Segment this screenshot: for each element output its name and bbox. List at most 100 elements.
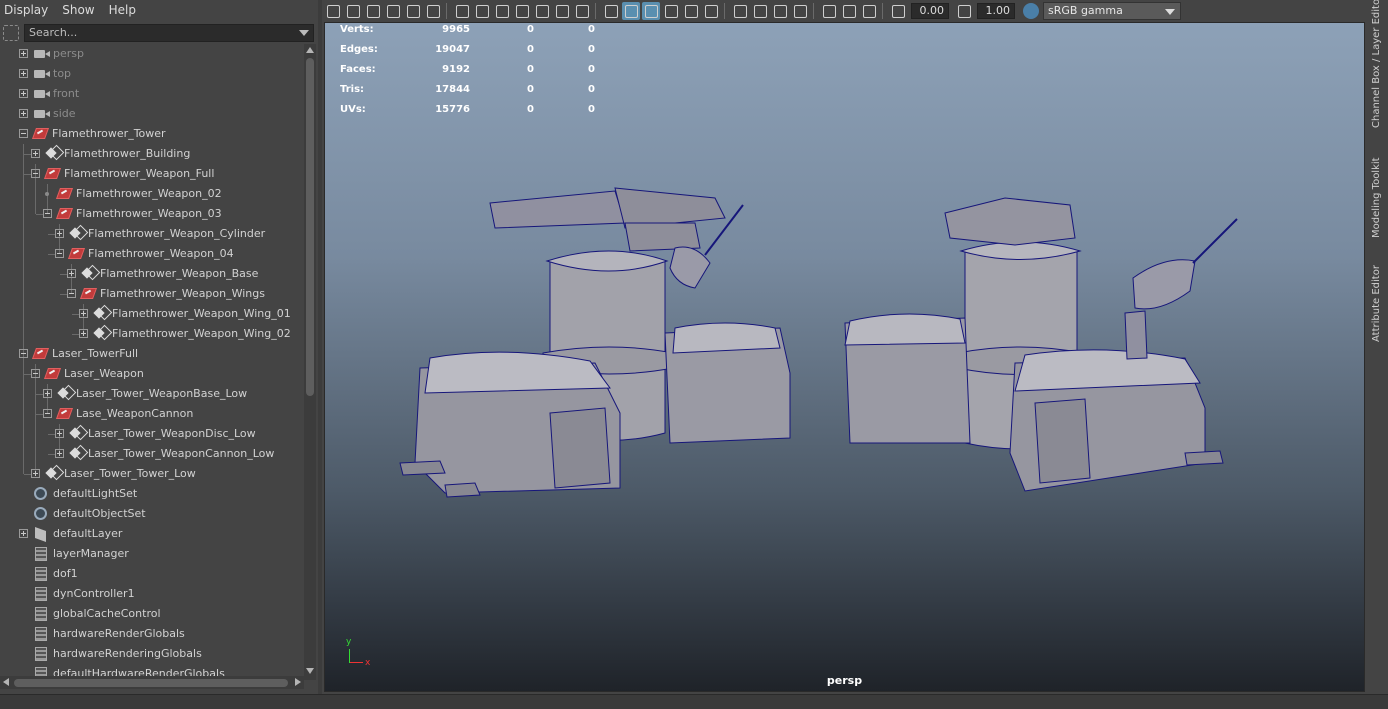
outliner-item-flamethrower-weapon-base[interactable]: Flamethrower_Weapon_Base — [0, 264, 304, 284]
outliner-item-flamethrower-tower[interactable]: Flamethrower_Tower — [0, 124, 304, 144]
outliner-item-flamethrower-weapon-02[interactable]: Flamethrower_Weapon_02 — [0, 184, 304, 204]
two-d-pan-zoom-icon[interactable] — [404, 2, 422, 20]
outliner-item-flamethrower-building[interactable]: Flamethrower_Building — [0, 144, 304, 164]
collapse-icon[interactable] — [31, 169, 40, 178]
camera-attributes-icon[interactable] — [344, 2, 362, 20]
outliner-item-flamethrower-weapon-wing-01[interactable]: Flamethrower_Weapon_Wing_01 — [0, 304, 304, 324]
filter-icon[interactable] — [3, 25, 19, 41]
collapse-icon[interactable] — [43, 209, 52, 218]
expand-icon[interactable] — [31, 469, 40, 478]
scroll-up-icon[interactable] — [306, 47, 314, 53]
expand-icon[interactable] — [79, 329, 88, 338]
search-dropdown-icon[interactable] — [299, 30, 309, 36]
outliner-item-side[interactable]: side — [0, 104, 304, 124]
outliner-item-layermanager[interactable]: layerManager — [0, 544, 304, 564]
collapse-icon[interactable] — [43, 409, 52, 418]
expand-icon[interactable] — [55, 429, 64, 438]
outliner-item-laser-tower-weaponbase-low[interactable]: Laser_Tower_WeaponBase_Low — [0, 384, 304, 404]
outliner-item-flamethrower-weapon-cylinder[interactable]: Flamethrower_Weapon_Cylinder — [0, 224, 304, 244]
collapse-icon[interactable] — [19, 349, 28, 358]
outliner-horizontal-scrollbar[interactable] — [0, 676, 304, 689]
outliner-item-lase-weaponcannon[interactable]: Lase_WeaponCannon — [0, 404, 304, 424]
outliner-item-flamethrower-weapon-04[interactable]: Flamethrower_Weapon_04 — [0, 244, 304, 264]
outliner-item-laser-weapon[interactable]: Laser_Weapon — [0, 364, 304, 384]
color-management-icon[interactable] — [1023, 3, 1039, 19]
resolution-gate-icon[interactable] — [493, 2, 511, 20]
outliner-item-dof1[interactable]: dof1 — [0, 564, 304, 584]
gamma-field[interactable]: 1.00 — [977, 3, 1015, 19]
outliner-item-defaultlightset[interactable]: defaultLightSet — [0, 484, 304, 504]
scroll-left-icon[interactable] — [3, 678, 9, 686]
outliner-item-flamethrower-weapon-03[interactable]: Flamethrower_Weapon_03 — [0, 204, 304, 224]
scroll-thumb[interactable] — [14, 679, 288, 687]
xray-icon[interactable] — [840, 2, 858, 20]
wireframe-icon[interactable] — [602, 2, 620, 20]
field-chart-icon[interactable] — [533, 2, 551, 20]
outliner-item-laser-tower-weaponcannon-low[interactable]: Laser_Tower_WeaponCannon_Low — [0, 444, 304, 464]
panel-divider[interactable] — [318, 0, 322, 694]
isolate-select-icon[interactable] — [820, 2, 838, 20]
grease-pencil-icon[interactable] — [424, 2, 442, 20]
safe-title-icon[interactable] — [573, 2, 591, 20]
bookmark-icon[interactable] — [364, 2, 382, 20]
expand-icon[interactable] — [79, 309, 88, 318]
collapse-icon[interactable] — [31, 369, 40, 378]
menu-display[interactable]: Display — [4, 3, 48, 17]
camera-icon — [34, 90, 50, 98]
outliner-item-defaulthardwarerenderglobals[interactable]: defaultHardwareRenderGlobals — [0, 664, 304, 676]
outliner-item-top[interactable]: top — [0, 64, 304, 84]
collapse-icon[interactable] — [19, 129, 28, 138]
motion-blur-icon[interactable] — [751, 2, 769, 20]
film-gate-icon[interactable] — [473, 2, 491, 20]
scroll-thumb[interactable] — [306, 58, 314, 396]
gate-mask-icon[interactable] — [513, 2, 531, 20]
outliner-item-defaultobjectset[interactable]: defaultObjectSet — [0, 504, 304, 524]
view-transform-dropdown[interactable]: sRGB gamma — [1043, 2, 1181, 20]
safe-action-icon[interactable] — [553, 2, 571, 20]
anti-aliasing-icon[interactable] — [771, 2, 789, 20]
outliner-item-persp[interactable]: persp — [0, 44, 304, 64]
expand-icon[interactable] — [55, 449, 64, 458]
viewport-3d[interactable]: Verts: 9965 0 0 Edges: 19047 0 0 Faces: 9192 0 0 … — [324, 22, 1365, 692]
gamma-icon[interactable] — [955, 2, 973, 20]
outliner-item-dyncontroller1[interactable]: dynController1 — [0, 584, 304, 604]
outliner-item-front[interactable]: front — [0, 84, 304, 104]
exposure-icon[interactable] — [889, 2, 907, 20]
wireframe-on-shaded-icon[interactable] — [642, 2, 660, 20]
ambient-occlusion-icon[interactable] — [731, 2, 749, 20]
expand-icon[interactable] — [43, 389, 52, 398]
expand-icon[interactable] — [31, 149, 40, 158]
outliner-item-flamethrower-weapon-full[interactable]: Flamethrower_Weapon_Full — [0, 164, 304, 184]
use-all-lights-icon[interactable] — [682, 2, 700, 20]
exposure-field[interactable]: 0.00 — [911, 3, 949, 19]
outliner-item-globalcachecontrol[interactable]: globalCacheControl — [0, 604, 304, 624]
collapse-icon[interactable] — [55, 249, 64, 258]
collapse-icon[interactable] — [67, 289, 76, 298]
image-plane-icon[interactable] — [384, 2, 402, 20]
outliner-item-hardwarerenderingglobals[interactable]: hardwareRenderingGlobals — [0, 644, 304, 664]
outliner-item-laser-tower-weapondisc-low[interactable]: Laser_Tower_WeaponDisc_Low — [0, 424, 304, 444]
outliner-vertical-scrollbar[interactable] — [304, 44, 316, 680]
outliner-item-flamethrower-weapon-wings[interactable]: Flamethrower_Weapon_Wings — [0, 284, 304, 304]
scroll-right-icon[interactable] — [295, 678, 301, 686]
select-camera-icon[interactable] — [324, 2, 342, 20]
xray-joints-icon[interactable] — [860, 2, 878, 20]
grid-icon[interactable] — [453, 2, 471, 20]
depth-of-field-icon[interactable] — [791, 2, 809, 20]
expand-icon[interactable] — [19, 529, 28, 538]
menu-show[interactable]: Show — [62, 3, 94, 17]
shadows-icon[interactable] — [702, 2, 720, 20]
outliner-item-flamethrower-weapon-wing-02[interactable]: Flamethrower_Weapon_Wing_02 — [0, 324, 304, 344]
expand-icon[interactable] — [67, 269, 76, 278]
scroll-down-icon[interactable] — [306, 668, 314, 674]
textured-icon[interactable] — [662, 2, 680, 20]
outliner-item-laser-towerfull[interactable]: Laser_TowerFull — [0, 344, 304, 364]
outliner-item-defaultlayer[interactable]: defaultLayer — [0, 524, 304, 544]
tower-models[interactable] — [325, 23, 1366, 693]
search-input[interactable]: Search... — [24, 24, 314, 42]
outliner-item-laser-tower-tower-low[interactable]: Laser_Tower_Tower_Low — [0, 464, 304, 484]
menu-help[interactable]: Help — [109, 3, 136, 17]
expand-icon[interactable] — [55, 229, 64, 238]
smooth-shade-icon[interactable] — [622, 2, 640, 20]
outliner-item-hardwarerenderglobals[interactable]: hardwareRenderGlobals — [0, 624, 304, 644]
